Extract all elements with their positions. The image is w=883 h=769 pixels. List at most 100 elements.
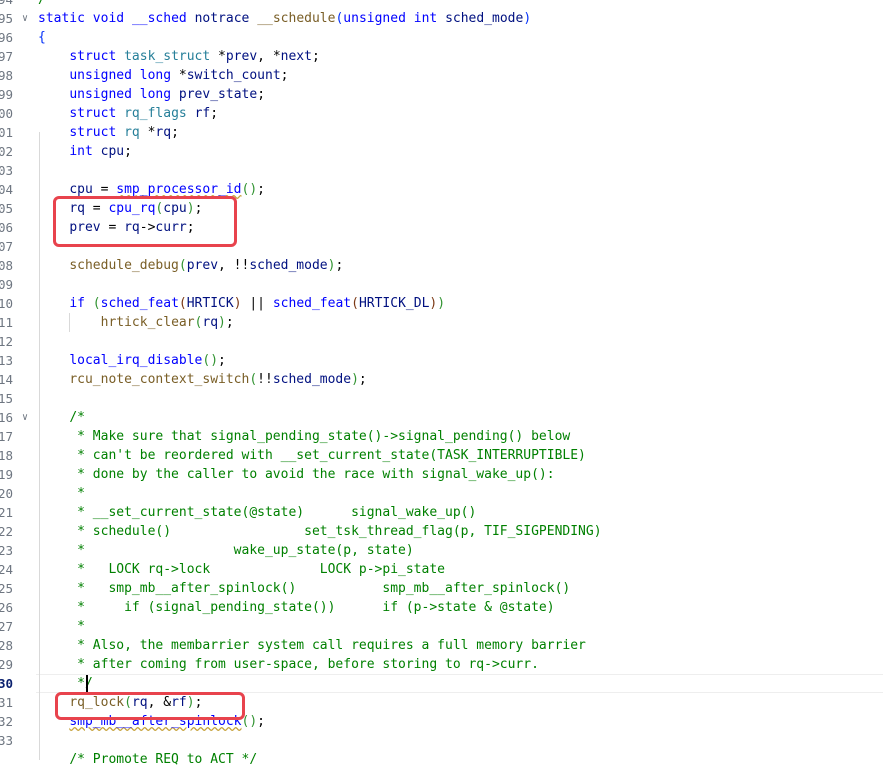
indent-guide (39, 132, 40, 760)
code-line[interactable]: hrtick_clear(rq); (38, 313, 234, 332)
code-line[interactable]: * can't be reordered with __set_current_… (38, 446, 586, 465)
code-line[interactable]: * after coming from user-space, before s… (38, 655, 539, 674)
code-token: ( (92, 296, 101, 311)
code-line[interactable]: * (38, 617, 85, 636)
code-token: ; (257, 182, 265, 197)
code-token: schedule_debug (69, 258, 179, 273)
code-token: long (139, 68, 172, 83)
code-line[interactable]: { (38, 28, 46, 47)
line-number: 22 (0, 524, 13, 539)
code-line[interactable]: struct rq *rq; (38, 123, 179, 142)
code-line[interactable]: * done by the caller to avoid the race w… (38, 465, 555, 484)
line-number: 02 (0, 144, 13, 159)
line-number: 25 (0, 581, 13, 596)
code-token: __schedule (257, 11, 336, 26)
code-line[interactable]: struct rq_flags rf; (38, 104, 218, 123)
code-token: * Make sure that signal_pending_state()-… (69, 429, 571, 444)
code-token: * Also, the membarrier system call requi… (69, 638, 586, 653)
code-line[interactable]: unsigned long *switch_count; (38, 66, 288, 85)
line-number: 24 (0, 562, 13, 577)
code-token: notrace (194, 11, 250, 26)
code-token: unsigned (69, 68, 132, 83)
code-token: || (241, 296, 273, 311)
code-token: * LOCK rq->lock LOCK p->pi_state (69, 562, 445, 577)
code-line[interactable]: / (38, 0, 46, 9)
line-number: 28 (0, 638, 13, 653)
line-number: 05 (0, 201, 13, 216)
code-editor[interactable]: 94 95 96 97 98 99 00 01 02 03 04 05 06 07 08 09 10 11 12 13… (0, 0, 883, 767)
code-token: prev (225, 49, 258, 64)
code-line[interactable]: rcu_note_context_switch(!!sched_mode); (38, 370, 367, 389)
code-line[interactable]: int cpu; (38, 142, 132, 161)
code-line[interactable]: * wake_up_state(p, state) (38, 541, 414, 560)
code-token: if (69, 296, 85, 311)
highlight-box-rq-lock (55, 692, 245, 720)
code-line[interactable]: static void __sched notrace __schedule(u… (38, 9, 531, 28)
line-number: 97 (0, 49, 13, 64)
code-token: ) (351, 372, 359, 387)
code-token: ; (257, 87, 266, 102)
code-line[interactable]: * smp_mb__after_spinlock() smp_mb__after… (38, 579, 570, 598)
line-number: 08 (0, 258, 13, 273)
code-line[interactable]: * Also, the membarrier system call requi… (38, 636, 586, 655)
code-token: rcu_note_context_switch (69, 372, 250, 387)
line-number: 01 (0, 125, 13, 140)
code-token: prev_state (178, 87, 258, 102)
code-line[interactable]: if (sched_feat(HRTICK) || sched_feat(HRT… (38, 294, 445, 313)
code-line[interactable]: * __set_current_state(@state) signal_wak… (38, 503, 476, 522)
code-token: ( (351, 296, 359, 311)
code-token: rq (155, 125, 172, 140)
code-line[interactable]: local_irq_disable(); (38, 351, 226, 370)
code-token: struct (69, 106, 117, 121)
code-line[interactable]: * if (signal_pending_state()) if (p->sta… (38, 598, 554, 617)
code-line[interactable]: * schedule() set_tsk_thread_flag(p, TIF_… (38, 522, 601, 541)
line-number: 00 (0, 106, 13, 121)
fold-chevron-icon[interactable]: ∨ (22, 408, 32, 427)
code-token: = (92, 182, 117, 197)
code-token: * done by the caller to avoid the race w… (69, 467, 555, 482)
fold-chevron-icon[interactable]: ∨ (22, 9, 32, 28)
code-token: unsigned (69, 87, 132, 102)
code-token: int (413, 11, 438, 26)
code-line[interactable]: /* (38, 408, 85, 427)
code-line[interactable]: * Make sure that signal_pending_state()-… (38, 427, 570, 446)
code-line[interactable]: * LOCK rq->lock LOCK p->pi_state (38, 560, 445, 579)
code-line[interactable]: struct task_struct *prev, *next; (38, 47, 319, 66)
code-token: local_irq_disable (69, 353, 203, 368)
code-token: HRTICK (186, 296, 234, 311)
code-token: !! (257, 372, 273, 387)
code-token: () (202, 353, 219, 368)
code-token: ( (178, 258, 187, 273)
code-token: rq (124, 125, 140, 140)
code-token: prev (186, 258, 219, 273)
code-token: * smp_mb__after_spinlock() smp_mb__after… (69, 581, 571, 596)
code-token: __sched (131, 11, 187, 26)
line-number: 32 (0, 714, 13, 729)
code-line[interactable]: /* Promote REQ to ACT */ (38, 750, 257, 769)
line-number: 94 (0, 0, 13, 9)
code-token: ; (124, 144, 132, 159)
code-line[interactable]: * (38, 484, 85, 503)
code-line[interactable]: unsigned long prev_state; (38, 85, 265, 104)
code-token: sched_feat (100, 296, 179, 311)
line-number: 30 (0, 676, 13, 691)
code-token: sched_mode (272, 372, 352, 387)
code-token: ( (249, 372, 258, 387)
code-token: ( (178, 296, 187, 311)
code-token: ; (358, 372, 367, 387)
code-line[interactable]: schedule_debug(prev, !!sched_mode); (38, 256, 343, 275)
